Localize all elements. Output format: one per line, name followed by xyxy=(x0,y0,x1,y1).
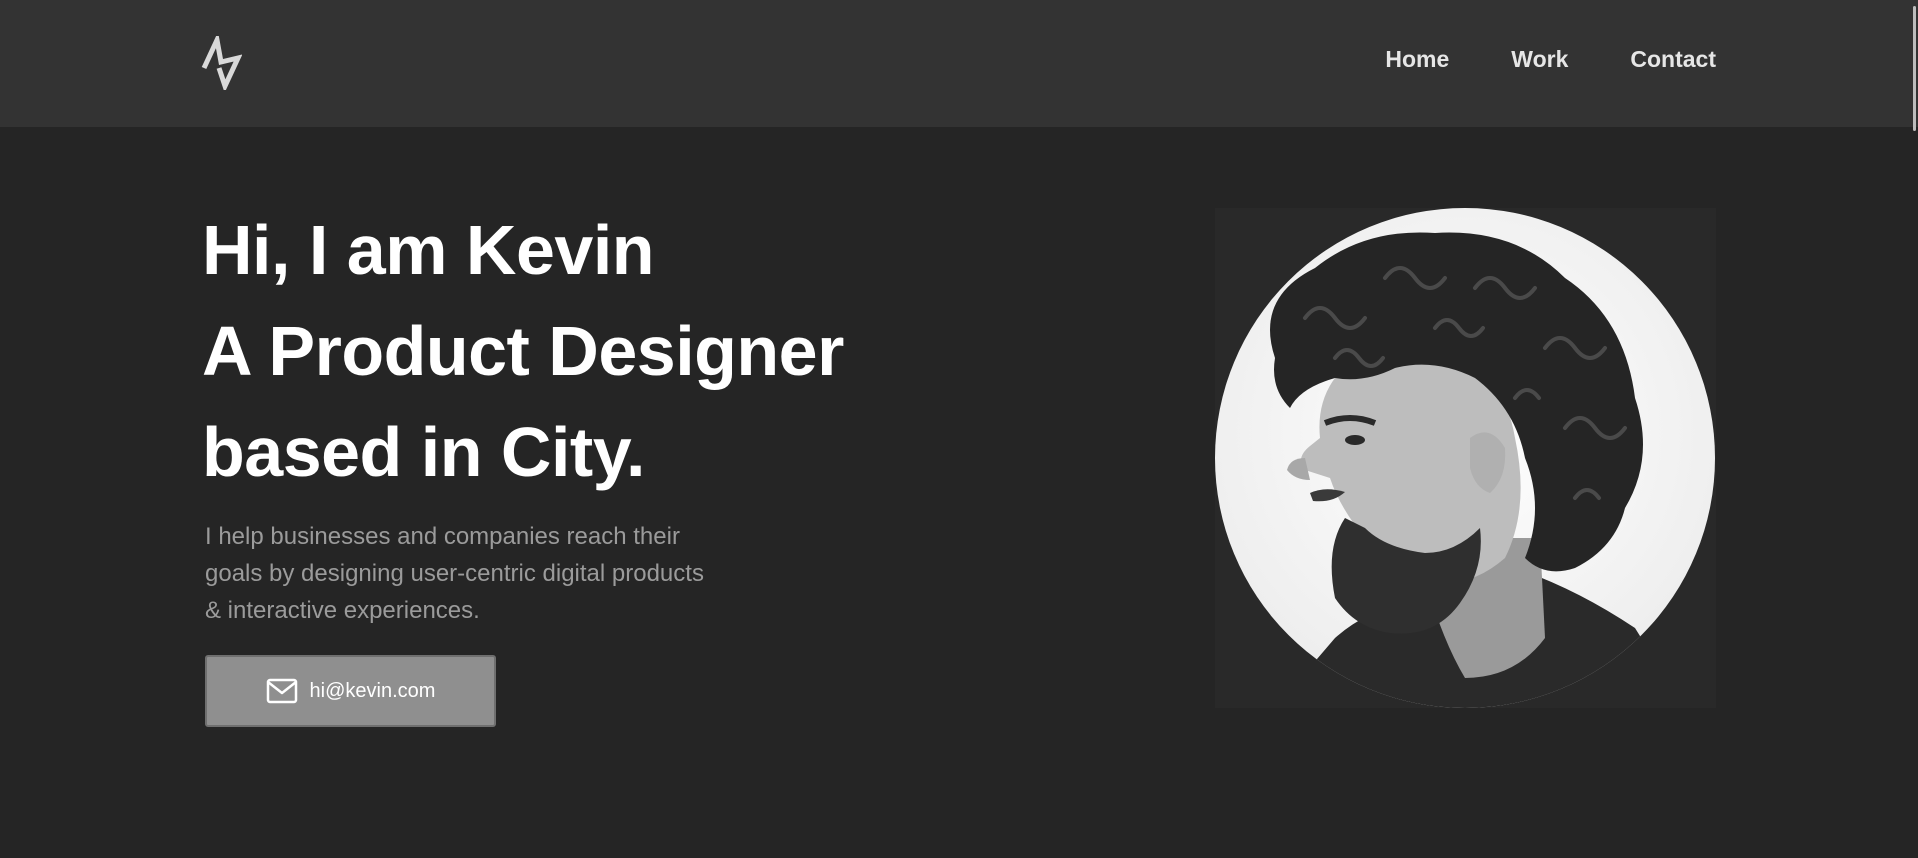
scrollbar[interactable] xyxy=(1913,6,1916,131)
hero-heading-line-2: A Product Designer xyxy=(202,312,844,390)
hero-description: I help businesses and companies reach th… xyxy=(205,523,704,624)
portrait-frame xyxy=(1215,208,1716,708)
email-button[interactable]: hi@kevin.com xyxy=(205,655,496,727)
hero-heading-line-3: based in City. xyxy=(202,413,645,491)
main-nav: Home Work Contact xyxy=(1385,46,1716,73)
logo-icon[interactable] xyxy=(200,31,243,93)
hero-heading: Hi, I am Kevin A Product Designer based … xyxy=(202,200,844,503)
navbar: Home Work Contact xyxy=(0,0,1918,131)
portrait-photo xyxy=(1215,208,1715,708)
mail-icon xyxy=(266,678,298,704)
nav-link-contact[interactable]: Contact xyxy=(1630,46,1716,73)
hero-heading-line-1: Hi, I am Kevin xyxy=(202,211,655,289)
page: Home Work Contact Hi, I am Kevin A Produ… xyxy=(0,0,1918,858)
nav-link-work[interactable]: Work xyxy=(1511,46,1568,73)
email-button-label: hi@kevin.com xyxy=(309,679,436,702)
nav-link-home[interactable]: Home xyxy=(1385,46,1449,73)
